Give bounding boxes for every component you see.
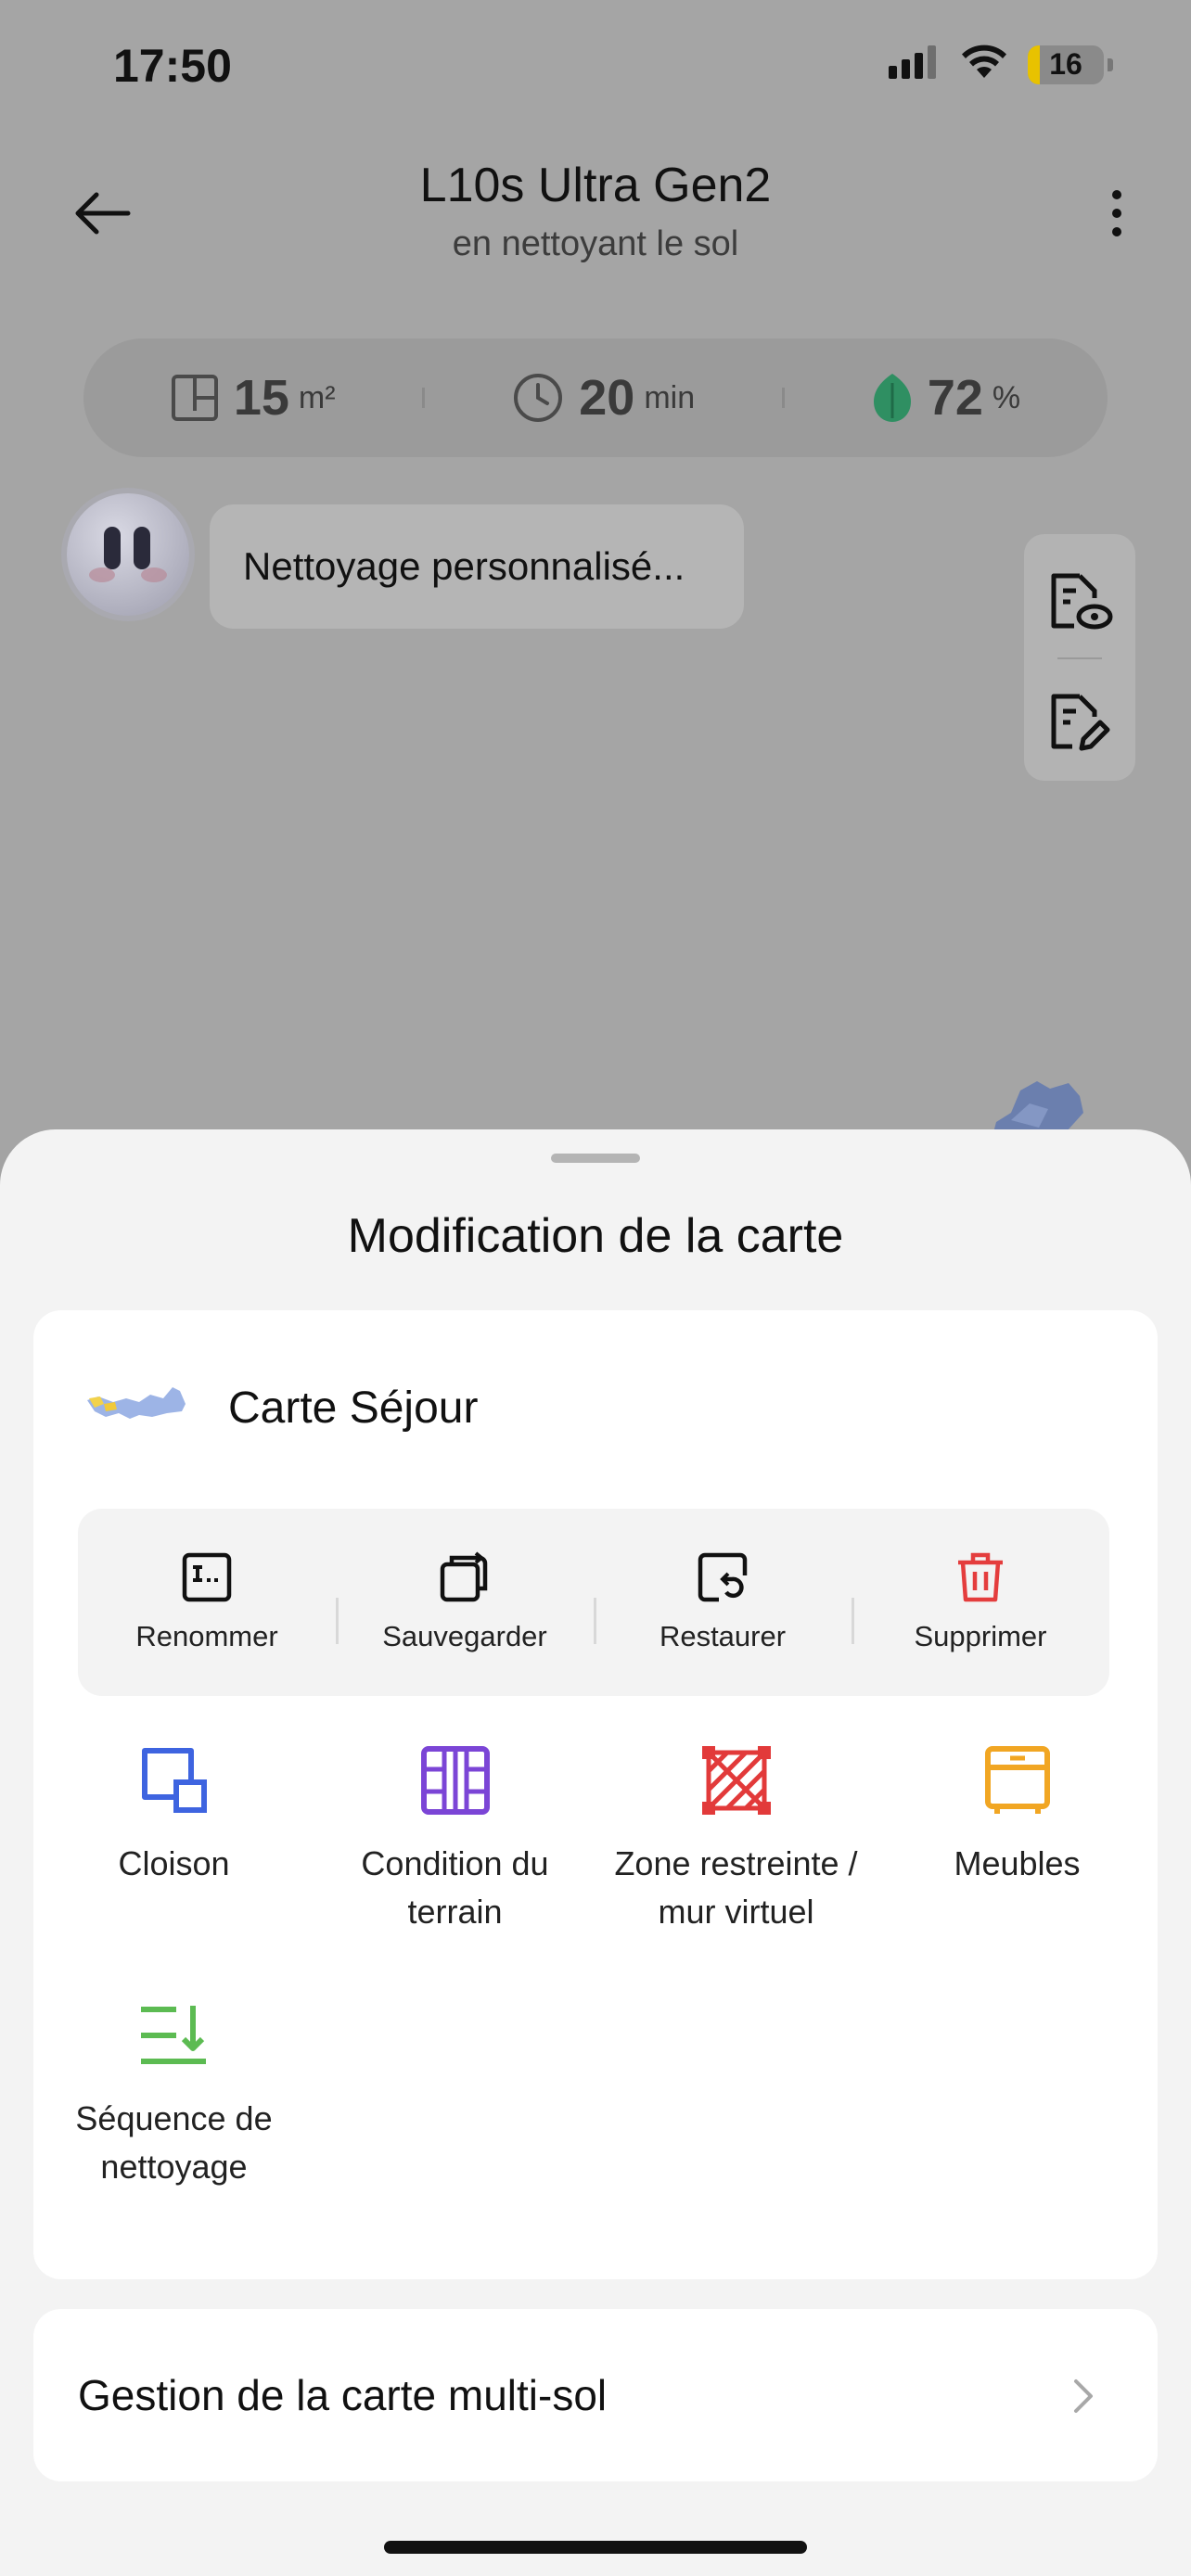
map-edit-button[interactable] (1024, 671, 1135, 773)
avatar-blush (141, 567, 167, 582)
sheet-title: Modification de la carte (347, 1209, 844, 1263)
sheet-grabber[interactable] (551, 1154, 640, 1163)
delete-label: Supprimer (914, 1620, 1047, 1652)
assistant-message[interactable]: Nettoyage personnalisé... (210, 504, 744, 629)
map-name: Carte Séjour (228, 1383, 479, 1433)
restricted-zone-tool[interactable]: Zone restreinte / mur virtuel (596, 1741, 877, 1936)
map-actions: Renommer Sauvegarder Restaurer Supprimer (78, 1509, 1109, 1696)
assistant-avatar[interactable] (67, 493, 189, 616)
map-view-icon (1051, 573, 1113, 630)
robot-map-screen: 17:50 16 L10s Ultra Gen2 en nettoyant le… (0, 0, 1191, 1150)
battery-fill (1028, 45, 1041, 84)
map-tools-panel (1024, 534, 1135, 781)
restricted-zone-label: Zone restreinte / mur virtuel (614, 1844, 858, 1931)
wifi-icon (961, 45, 1007, 84)
area-unit: m² (298, 379, 336, 415)
trash-icon (958, 1552, 1003, 1602)
partition-tool[interactable]: Cloison (33, 1741, 314, 1888)
more-vertical-icon (1112, 190, 1121, 236)
time-unit: min (644, 379, 696, 415)
map-thumbnail (87, 1387, 186, 1419)
battery-value: 72 (927, 370, 983, 426)
map-view-button[interactable] (1024, 551, 1135, 653)
restore-label: Restaurer (659, 1620, 787, 1652)
restore-button[interactable]: Restaurer (594, 1551, 852, 1653)
partition-label: Cloison (118, 1844, 230, 1882)
time-value: 20 (579, 370, 635, 426)
floor-condition-tool[interactable]: Condition du terrain (314, 1741, 596, 1936)
map-edit-sheet: Modification de la carte Carte Séjour Re… (0, 1129, 1191, 2576)
device-status: en nettoyant le sol (452, 224, 739, 263)
furniture-icon (979, 1741, 1057, 1819)
cleaning-stats: 15 m² 20 min 72 % (83, 338, 1108, 457)
device-title: L10s Ultra Gen2 (419, 159, 772, 212)
cleaning-sequence-tool[interactable]: Séquence de nettoyage (33, 1996, 314, 2191)
map-edit-card: Carte Séjour Renommer Sauvegarder Restau… (33, 1310, 1158, 2279)
multi-floor-map-row[interactable]: Gestion de la carte multi-sol (33, 2309, 1158, 2481)
top-nav: L10s Ultra Gen2 en nettoyant le sol (0, 148, 1191, 278)
partition-icon (135, 1741, 213, 1819)
furniture-label: Meubles (954, 1844, 1081, 1882)
furniture-tool[interactable]: Meubles (877, 1741, 1158, 1888)
status-icons: 16 (889, 45, 1113, 84)
area-icon (171, 375, 218, 421)
save-icon (440, 1551, 488, 1602)
save-label: Sauvegarder (382, 1620, 547, 1652)
home-indicator[interactable] (384, 2541, 807, 2554)
stat-divider (781, 388, 785, 408)
status-bar: 17:50 16 (0, 0, 1191, 139)
stat-area: 15 m² (171, 369, 336, 427)
battery-cap (1108, 57, 1113, 71)
stat-divider (422, 388, 426, 408)
cleaning-sequence-icon (135, 1996, 213, 2074)
restricted-zone-icon (698, 1741, 775, 1819)
clock-icon (514, 374, 563, 422)
avatar-eye (104, 527, 121, 569)
battery-unit: % (992, 379, 1021, 415)
avatar-eye (134, 527, 150, 569)
map-edit-icon (1051, 694, 1110, 751)
rename-label: Renommer (135, 1620, 278, 1652)
area-value: 15 (233, 370, 289, 426)
rename-icon (182, 1552, 232, 1602)
battery-leaf-icon (873, 374, 911, 422)
battery-icon: 16 (1028, 45, 1104, 84)
stat-time: 20 min (512, 369, 695, 427)
more-options-button[interactable] (1089, 176, 1145, 250)
delete-button[interactable]: Supprimer (852, 1551, 1109, 1653)
save-button[interactable]: Sauvegarder (336, 1551, 594, 1653)
map-selector[interactable]: Carte Séjour (85, 1352, 478, 1463)
status-time: 17:50 (113, 40, 232, 92)
avatar-blush (89, 567, 115, 582)
multi-floor-label: Gestion de la carte multi-sol (78, 2371, 608, 2419)
rename-button[interactable]: Renommer (78, 1551, 336, 1653)
chevron-right-icon (1074, 2379, 1093, 2413)
battery-level: 16 (1049, 47, 1082, 81)
cellular-signal-icon (889, 45, 941, 83)
map-tools-divider (1057, 657, 1102, 659)
floor-condition-icon (416, 1741, 494, 1819)
floor-condition-label: Condition du terrain (361, 1844, 549, 1931)
stat-battery: 72 % (872, 369, 1020, 427)
cleaning-sequence-label: Séquence de nettoyage (75, 2099, 273, 2186)
restore-icon (698, 1552, 748, 1602)
